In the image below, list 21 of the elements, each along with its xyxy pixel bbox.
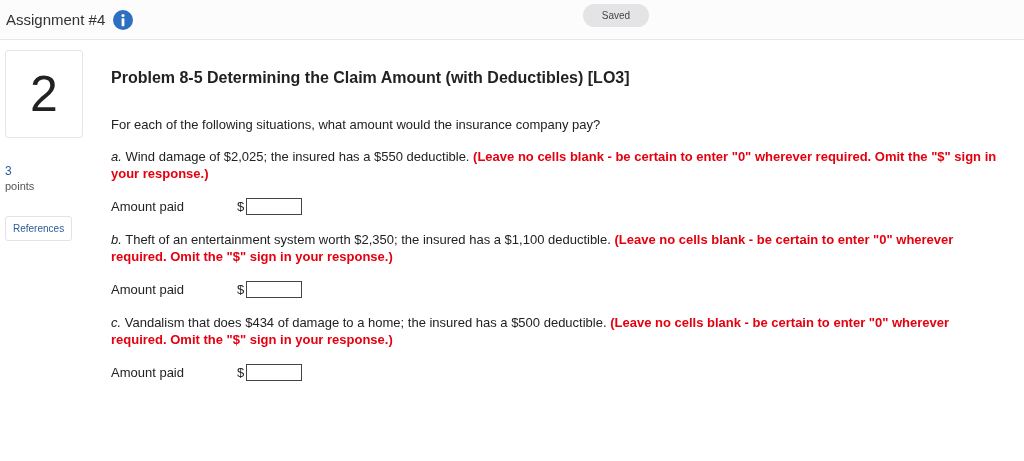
answer-label: Amount paid (111, 365, 185, 380)
answer-field[interactable] (246, 364, 303, 381)
points-label: points (5, 180, 36, 192)
answer-field[interactable] (246, 198, 303, 215)
question-text: c. Vandalism that does $434 of damage to a home; the insured has a $500 deductible. (Leave no cells blank - be certain to enter "0" wherever required. Omit the "$" sign in your response.) (111, 314, 951, 348)
answer-label: Amount paid (111, 199, 185, 214)
problem-title: Problem 8-5 Determining the Claim Amount (with Deductibles) [LO3] (111, 69, 631, 87)
currency-sign: $ (237, 282, 245, 297)
assignment-title: Assignment #4 (6, 11, 106, 28)
problem-intro: For each of the following situations, what amount would the insurance company pay? (111, 117, 602, 132)
question-text: b. Theft of an entertainment system worth $2,350; the insured has a $1,100 deductible. (Leave no cells blank - be certain to enter "0" wherever required. Omit the "$" sign in your response.) (111, 231, 955, 265)
question-number: 2 (5, 50, 83, 138)
question-text: a. Wind damage of $2,025; the insured has a $550 deductible. (Leave no cells blank - be certain to enter "0" wherever required. Omit the "$" sign in your response.) (111, 148, 998, 182)
references-button[interactable]: References (5, 216, 73, 241)
points-value: 3 (5, 164, 13, 178)
info-icon[interactable] (113, 9, 134, 30)
currency-sign: $ (237, 199, 245, 214)
saved-status-button[interactable]: Saved (583, 4, 649, 27)
answer-label: Amount paid (111, 282, 185, 297)
currency-sign: $ (237, 365, 245, 380)
answer-field[interactable] (246, 281, 303, 298)
